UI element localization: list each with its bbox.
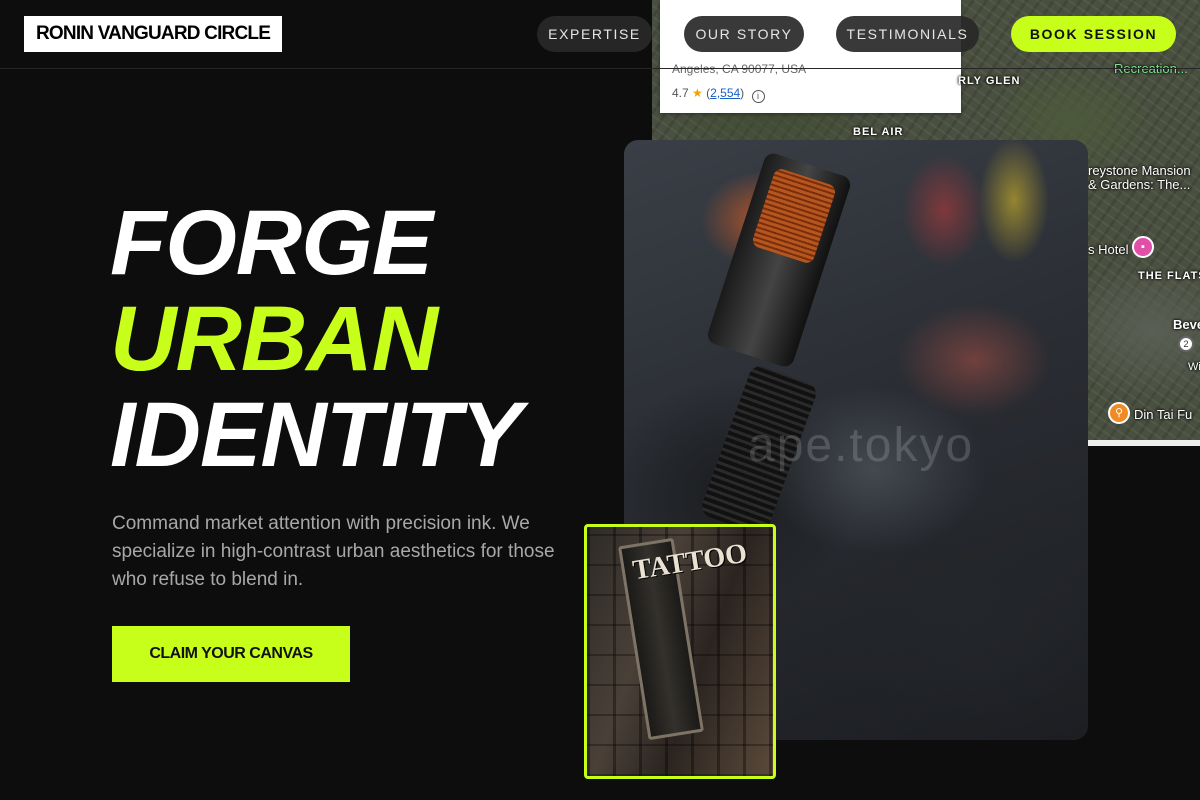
map-label-din-tai: Din Tai Fu: [1134, 407, 1193, 422]
map-footer-bar: [1088, 440, 1200, 446]
tattoo-signboard: TATTOO: [618, 537, 750, 741]
nav-expertise[interactable]: EXPERTISE: [537, 16, 652, 52]
tattoo-sign-photo: TATTOO: [584, 524, 776, 779]
site-logo[interactable]: RONIN VANGUARD CIRCLE: [24, 16, 283, 52]
hero-line-identity: IDENTITY: [110, 384, 522, 486]
rating-value: 4.7: [672, 86, 689, 100]
map-label-beverly-glen: RLY GLEN: [958, 75, 1021, 87]
map-label-bel-air: BEL AIR: [853, 126, 904, 138]
route-marker-icon: 2: [1178, 336, 1194, 352]
hero-line-urban: URBAN: [110, 288, 438, 390]
sign-text: TATTOO: [630, 537, 750, 587]
book-session-button[interactable]: BOOK SESSION: [1011, 16, 1176, 52]
claim-canvas-button[interactable]: CLAIM YOUR CANVAS: [112, 626, 350, 682]
map-rating: 4.7 ★ (2,554) i: [672, 86, 765, 103]
hero-description: Command market attention with precision …: [112, 513, 555, 590]
review-count-link[interactable]: 2,554: [710, 86, 740, 100]
site-header: RONIN VANGUARD CIRCLE EXPERTISE OUR STOR…: [0, 0, 1200, 69]
hotel-pin-icon[interactable]: ▪: [1132, 236, 1154, 258]
map-label-greystone: reystone Mansion & Gardens: The...: [1088, 163, 1191, 192]
map-label-beve: Beve: [1173, 317, 1200, 332]
hero-line-forge: FORGE: [110, 192, 433, 294]
map-label-hotel: s Hotel: [1088, 242, 1129, 257]
restaurant-pin-icon[interactable]: ⚲: [1108, 402, 1130, 424]
star-icon: ★: [692, 86, 703, 100]
nav-our-story[interactable]: OUR STORY: [684, 16, 804, 52]
nav-testimonials[interactable]: TESTIMONIALS: [836, 16, 979, 52]
info-icon[interactable]: i: [751, 90, 765, 103]
map-label-wils: Wils: [1188, 361, 1200, 373]
hero-title: FORGE URBAN IDENTITY: [110, 192, 522, 486]
map-label-the-flats: THE FLATS: [1138, 270, 1200, 282]
photo-watermark: ape.tokyo: [748, 419, 975, 472]
